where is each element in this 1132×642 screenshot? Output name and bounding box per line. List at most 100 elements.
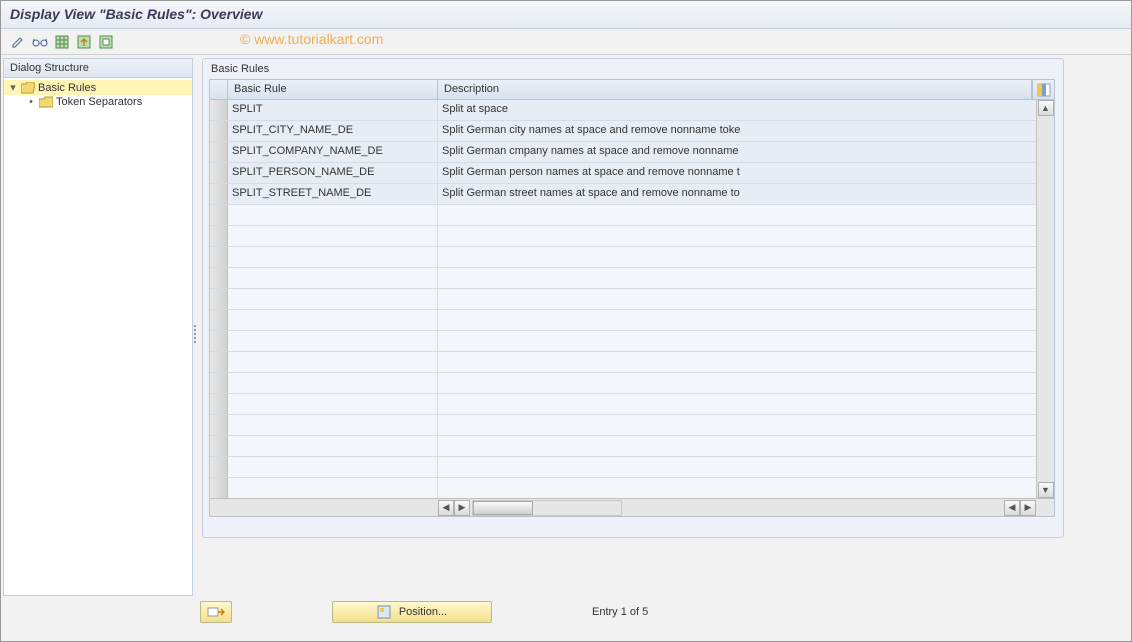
content-panel: Basic Rules Basic Rule Description SPLIT…	[196, 58, 1129, 596]
cell-empty	[438, 205, 1054, 225]
folder-open-icon	[21, 82, 35, 94]
cell-basic-rule[interactable]: SPLIT_CITY_NAME_DE	[228, 121, 438, 141]
row-selector-header[interactable]	[210, 80, 228, 99]
expand-toggle-icon[interactable]: ▾	[8, 81, 18, 94]
tree-body: ▾ Basic Rules • Token Separators	[4, 78, 192, 595]
table-export-icon[interactable]	[74, 32, 94, 52]
row-selector[interactable]	[210, 310, 228, 330]
row-selector[interactable]	[210, 289, 228, 309]
row-selector[interactable]	[210, 121, 228, 141]
row-selector[interactable]	[210, 100, 228, 120]
cell-description[interactable]: Split at space	[438, 100, 1054, 120]
column-header-description[interactable]: Description	[438, 80, 1032, 99]
table-row[interactable]: SPLIT_CITY_NAME_DESplit German city name…	[210, 121, 1054, 142]
cell-empty	[228, 310, 438, 330]
table-row[interactable]: SPLIT_STREET_NAME_DESplit German street …	[210, 184, 1054, 205]
scroll-down-icon[interactable]: ▼	[1038, 482, 1054, 498]
horizontal-scrollbar[interactable]: ◀ ▶ ◀ ▶	[210, 498, 1054, 516]
cell-empty	[438, 352, 1054, 372]
cell-basic-rule[interactable]: SPLIT_PERSON_NAME_DE	[228, 163, 438, 183]
cell-description[interactable]: Split German city names at space and rem…	[438, 121, 1054, 141]
cell-empty	[228, 457, 438, 477]
application-toolbar: © www.tutorialkart.com	[0, 29, 1132, 55]
row-selector[interactable]	[210, 268, 228, 288]
window-title: Display View "Basic Rules": Overview	[0, 0, 1132, 29]
table-row-empty	[210, 394, 1054, 415]
cell-empty	[228, 436, 438, 456]
hscroll-track[interactable]	[472, 500, 622, 516]
glasses-icon[interactable]	[30, 32, 50, 52]
row-selector[interactable]	[210, 142, 228, 162]
configure-columns-icon[interactable]	[1032, 80, 1054, 99]
table-row-empty	[210, 226, 1054, 247]
table-row[interactable]: SPLIT_COMPANY_NAME_DESplit German cmpany…	[210, 142, 1054, 163]
cell-empty	[228, 394, 438, 414]
table-row-empty	[210, 289, 1054, 310]
table-row-empty	[210, 478, 1054, 498]
position-icon	[377, 605, 391, 619]
row-selector[interactable]	[210, 163, 228, 183]
row-selector[interactable]	[210, 352, 228, 372]
cell-empty	[438, 415, 1054, 435]
scroll-right-icon[interactable]: ▶	[454, 500, 470, 516]
position-button[interactable]: Position...	[332, 601, 492, 623]
table-row[interactable]: SPLITSplit at space	[210, 100, 1054, 121]
cell-empty	[438, 247, 1054, 267]
cell-empty	[228, 373, 438, 393]
vertical-scrollbar[interactable]: ▲ ▼	[1036, 100, 1054, 498]
table-row-empty	[210, 352, 1054, 373]
cell-description[interactable]: Split German person names at space and r…	[438, 163, 1054, 183]
row-selector[interactable]	[210, 205, 228, 225]
cell-empty	[228, 415, 438, 435]
row-selector[interactable]	[210, 478, 228, 498]
scroll-right2-icon[interactable]: ▶	[1020, 500, 1036, 516]
tree-header: Dialog Structure	[4, 59, 192, 78]
row-selector[interactable]	[210, 226, 228, 246]
column-header-basic-rule[interactable]: Basic Rule	[228, 80, 438, 99]
cell-basic-rule[interactable]: SPLIT_STREET_NAME_DE	[228, 184, 438, 204]
cell-empty	[438, 394, 1054, 414]
table-row[interactable]: SPLIT_PERSON_NAME_DESplit German person …	[210, 163, 1054, 184]
cell-empty	[228, 247, 438, 267]
cell-description[interactable]: Split German street names at space and r…	[438, 184, 1054, 204]
cell-description[interactable]: Split German cmpany names at space and r…	[438, 142, 1054, 162]
table-row-empty	[210, 457, 1054, 478]
cell-empty	[228, 478, 438, 498]
cell-empty	[228, 289, 438, 309]
position-label: Position...	[399, 606, 447, 618]
row-selector[interactable]	[210, 331, 228, 351]
table-row-empty	[210, 331, 1054, 352]
row-selector[interactable]	[210, 184, 228, 204]
tree-node-label: Basic Rules	[38, 82, 96, 94]
cell-basic-rule[interactable]: SPLIT_COMPANY_NAME_DE	[228, 142, 438, 162]
table-row-empty	[210, 268, 1054, 289]
table-select-icon[interactable]	[52, 32, 72, 52]
row-selector[interactable]	[210, 394, 228, 414]
row-selector[interactable]	[210, 373, 228, 393]
edit-icon[interactable]	[8, 32, 28, 52]
basic-rules-grid: Basic Rule Description SPLITSplit at spa…	[209, 79, 1055, 517]
hscroll-thumb[interactable]	[473, 501, 533, 515]
tree-node-label: Token Separators	[56, 96, 142, 108]
row-selector[interactable]	[210, 457, 228, 477]
scroll-left2-icon[interactable]: ◀	[1004, 500, 1020, 516]
tree-node-token-separators[interactable]: • Token Separators	[4, 95, 192, 109]
cell-empty	[438, 436, 1054, 456]
row-selector[interactable]	[210, 436, 228, 456]
row-selector[interactable]	[210, 415, 228, 435]
row-selector[interactable]	[210, 247, 228, 267]
table-row-empty	[210, 310, 1054, 331]
basic-rules-group: Basic Rules Basic Rule Description SPLIT…	[202, 58, 1064, 538]
navigate-button[interactable]	[200, 601, 232, 623]
dialog-structure-panel: Dialog Structure ▾ Basic Rules • Token S…	[3, 58, 193, 596]
scroll-up-icon[interactable]: ▲	[1038, 100, 1054, 116]
watermark: © www.tutorialkart.com	[240, 31, 383, 47]
folder-closed-icon	[39, 96, 53, 108]
scroll-left-icon[interactable]: ◀	[438, 500, 454, 516]
cell-empty	[438, 310, 1054, 330]
cell-basic-rule[interactable]: SPLIT	[228, 100, 438, 120]
tree-node-basic-rules[interactable]: ▾ Basic Rules	[4, 80, 192, 95]
cell-empty	[228, 331, 438, 351]
table-settings-icon[interactable]	[96, 32, 116, 52]
cell-empty	[438, 373, 1054, 393]
